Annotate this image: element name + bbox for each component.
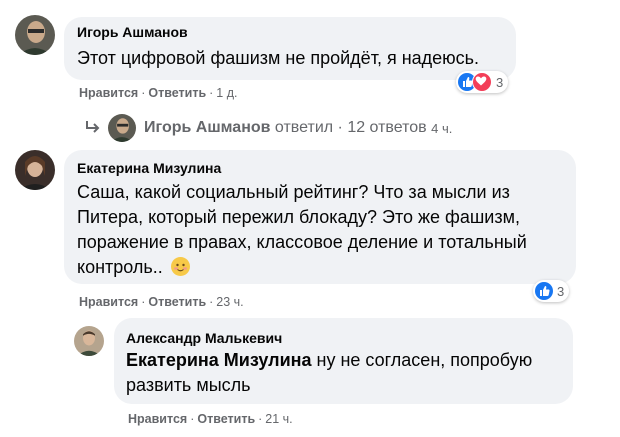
view-replies-link[interactable]: Игорь Ашманов ответил · 12 ответов 4 ч. bbox=[84, 114, 452, 142]
reply-author: Игорь Ашманов bbox=[144, 119, 271, 136]
timestamp[interactable]: 1 д. bbox=[216, 86, 237, 100]
like-link[interactable]: Нравится bbox=[79, 295, 138, 309]
avatar-ekaterina-mizulina[interactable] bbox=[15, 150, 55, 190]
comment-author[interactable]: Игорь Ашманов bbox=[77, 24, 188, 40]
timestamp[interactable]: 23 ч. bbox=[216, 295, 243, 309]
comment-actions: Нравится · Ответить · 1 д. bbox=[79, 86, 238, 100]
reply-count: 12 ответов bbox=[347, 119, 427, 136]
comment-text: Этот цифровой фашизм не пройдёт, я надею… bbox=[77, 48, 480, 68]
avatar-small bbox=[108, 114, 136, 142]
reply-arrow-icon bbox=[84, 119, 102, 137]
like-link[interactable]: Нравится bbox=[128, 412, 187, 426]
comment-text-line: ну не согласен, попробую bbox=[311, 350, 533, 370]
comment-actions: Нравится · Ответить · 21 ч. bbox=[128, 412, 293, 426]
comment-text-line: контроль.. bbox=[77, 257, 163, 277]
mention-link[interactable]: Екатерина Мизулина bbox=[126, 350, 312, 370]
comment-text: Саша, какой социальный рейтинг? Что за м… bbox=[77, 180, 567, 280]
reply-link[interactable]: Ответить bbox=[197, 412, 255, 426]
comment-text-line: развить мысль bbox=[126, 375, 251, 395]
avatar-aleksandr-malkevich[interactable] bbox=[74, 326, 104, 356]
avatar-igor-ashmanov[interactable] bbox=[15, 15, 55, 55]
comment-text: Екатерина Мизулина ну не согласен, попро… bbox=[126, 348, 566, 398]
timestamp[interactable]: 21 ч. bbox=[265, 412, 292, 426]
reply-link[interactable]: Ответить bbox=[148, 86, 206, 100]
replied-label: ответил bbox=[274, 119, 334, 136]
reply-link[interactable]: Ответить bbox=[148, 295, 206, 309]
reactions-badge[interactable]: 3 bbox=[533, 280, 570, 302]
reply-time: 4 ч. bbox=[431, 120, 453, 136]
smiling-face-icon bbox=[170, 257, 190, 276]
like-icon bbox=[535, 282, 553, 300]
reaction-count: 3 bbox=[496, 74, 504, 90]
reactions-badge[interactable]: 3 bbox=[456, 71, 509, 93]
reaction-count: 3 bbox=[557, 283, 565, 299]
love-icon bbox=[472, 72, 492, 92]
comment-author[interactable]: Александр Малькевич bbox=[126, 330, 282, 346]
like-link[interactable]: Нравится bbox=[79, 86, 138, 100]
comment-text-line: Саша, какой социальный рейтинг? Что за м… bbox=[77, 182, 510, 202]
comment-actions: Нравится · Ответить · 23 ч. bbox=[79, 295, 244, 309]
comment-text-line: поражение в правах, классовое деление и … bbox=[77, 232, 527, 252]
comment-text-line: Питера, который пережил блокаду? Это же … bbox=[77, 207, 520, 227]
comment-author[interactable]: Екатерина Мизулина bbox=[77, 160, 221, 176]
